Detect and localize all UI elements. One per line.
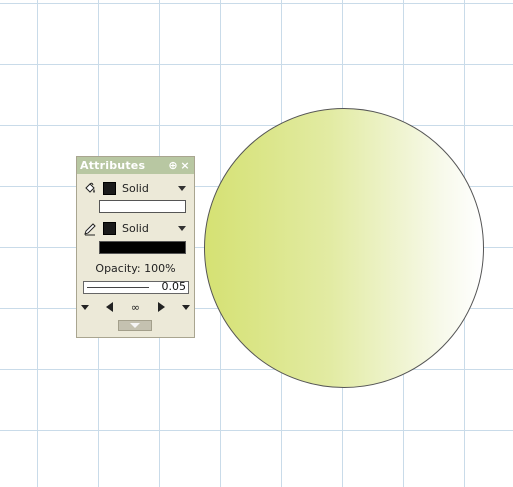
fill-color-swatch[interactable] — [103, 182, 116, 195]
pin-button[interactable]: ⊕ — [167, 159, 179, 172]
menu-down-icon[interactable] — [81, 304, 89, 310]
stroke-weight-slider[interactable] — [87, 287, 149, 288]
panel-title: Attributes — [80, 159, 146, 172]
stroke-weight-field[interactable]: 0.05 — [83, 280, 189, 294]
fill-style-dropdown-icon[interactable] — [178, 186, 186, 191]
stroke-style-dropdown-icon[interactable] — [178, 226, 186, 231]
paint-bucket-icon[interactable] — [83, 182, 97, 196]
stroke-weight-value[interactable]: 0.05 — [162, 280, 187, 293]
stroke-style-label[interactable]: Solid — [122, 222, 178, 235]
options-down-icon[interactable] — [181, 304, 190, 310]
stroke-color-bar[interactable] — [99, 241, 186, 254]
expand-chevron-icon — [130, 323, 140, 328]
attributes-panel: Attributes ⊕ × Solid Solid Opacity: 100%… — [76, 156, 195, 338]
panel-titlebar[interactable]: Attributes ⊕ × — [77, 157, 194, 174]
stroke-row: Solid — [83, 220, 188, 237]
fill-row: Solid — [83, 180, 188, 197]
close-button[interactable]: × — [179, 159, 191, 172]
next-icon[interactable] — [157, 302, 165, 312]
stroke-color-swatch[interactable] — [103, 222, 116, 235]
pencil-icon[interactable] — [83, 222, 97, 236]
circle-shape[interactable] — [204, 108, 484, 388]
fill-color-bar[interactable] — [99, 200, 186, 213]
link-icon[interactable]: ∞ — [131, 301, 140, 314]
expand-panel-button[interactable] — [118, 320, 152, 331]
opacity-label[interactable]: Opacity: 100% — [77, 262, 194, 275]
nav-row: ∞ — [81, 300, 190, 314]
fill-style-label[interactable]: Solid — [122, 182, 178, 195]
previous-icon[interactable] — [106, 302, 114, 312]
